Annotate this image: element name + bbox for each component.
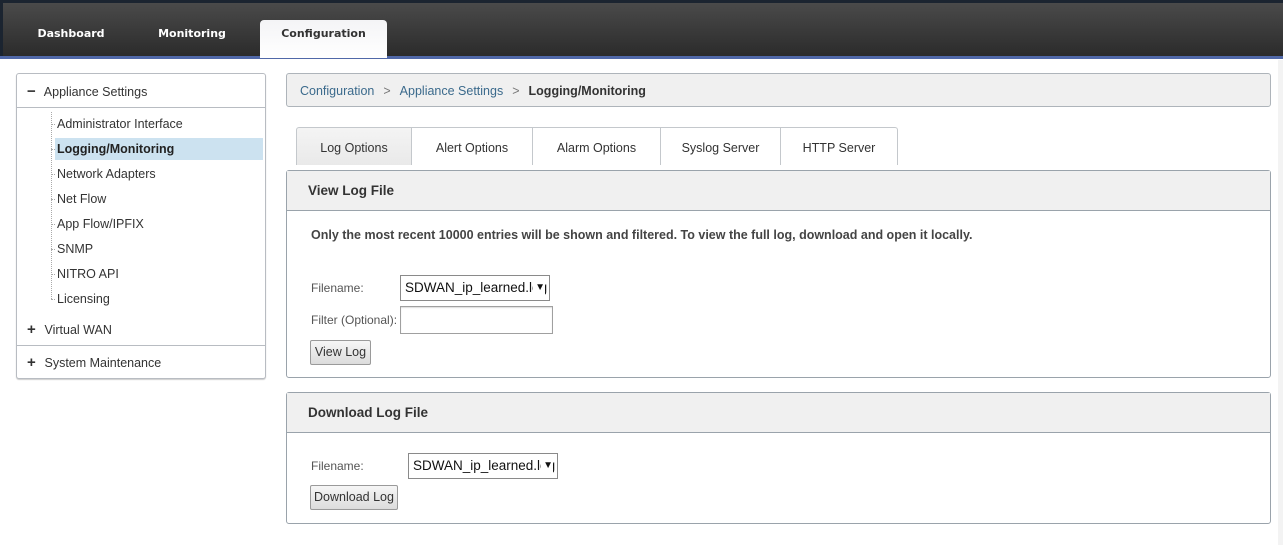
view-log-panel: View Log File Only the most recent 10000… — [286, 170, 1271, 378]
tab-http-server[interactable]: HTTP Server — [781, 127, 898, 165]
tab-alarm-options[interactable]: Alarm Options — [533, 127, 661, 165]
dropdown-caret-icon: ▼ — [533, 276, 545, 300]
tab-log-options[interactable]: Log Options — [296, 127, 412, 165]
breadcrumb-separator-icon: > — [383, 84, 391, 98]
sidebar-group-appliance-settings[interactable]: − Appliance Settings — [17, 75, 265, 108]
nav-tab-dashboard[interactable]: Dashboard — [26, 20, 116, 58]
sidebar-divider — [17, 107, 265, 108]
sidebar-item-snmp[interactable]: SNMP — [51, 238, 263, 260]
filter-input[interactable] — [400, 306, 553, 334]
sidebar-item-app-flow-ipfix[interactable]: App Flow/IPFIX — [51, 213, 263, 235]
sidebar-group-label: Appliance Settings — [43, 85, 148, 99]
breadcrumb-current: Logging/Monitoring — [528, 84, 646, 98]
sidebar-item-logging-monitoring[interactable]: Logging/Monitoring — [51, 138, 263, 160]
sidebar-item-network-adapters[interactable]: Network Adapters — [51, 163, 263, 185]
breadcrumb-link-configuration[interactable]: Configuration — [300, 84, 374, 98]
page-scrollbar-track[interactable] — [1278, 60, 1283, 545]
nav-tab-configuration[interactable]: Configuration — [260, 20, 387, 58]
filename-label: Filename: — [311, 459, 364, 473]
selected-filename: SDWAN_ip_learned.log — [405, 280, 548, 295]
dropdown-caret-icon: ▼ — [541, 454, 553, 478]
collapse-icon[interactable]: − — [27, 75, 41, 108]
nav-tab-monitoring[interactable]: Monitoring — [146, 20, 238, 58]
sidebar-item-licensing[interactable]: Licensing — [51, 288, 263, 310]
sidebar-group-label: Virtual WAN — [44, 323, 112, 337]
expand-icon[interactable]: + — [27, 346, 41, 379]
sidebar-item-administrator-interface[interactable]: Administrator Interface — [51, 113, 263, 135]
breadcrumb: Configuration > Appliance Settings > Logging… — [286, 73, 1271, 107]
view-log-filename-select[interactable]: SDWAN_ip_learned.log ▼ — [400, 275, 550, 301]
view-log-panel-title: View Log File — [287, 171, 1270, 211]
sidebar-item-net-flow[interactable]: Net Flow — [51, 188, 263, 210]
download-log-panel-title: Download Log File — [287, 393, 1270, 433]
filename-label: Filename: — [311, 281, 364, 295]
tab-alert-options[interactable]: Alert Options — [412, 127, 533, 165]
sidebar-item-nitro-api[interactable]: NITRO API — [51, 263, 263, 285]
selected-filename: SDWAN_ip_learned.log — [413, 458, 556, 473]
view-log-button[interactable]: View Log — [310, 340, 371, 365]
download-log-panel: Download Log File Filename: SDWAN_ip_lea… — [286, 392, 1271, 524]
tab-syslog-server[interactable]: Syslog Server — [661, 127, 781, 165]
settings-tabs: Log Options Alert Options Alarm Options … — [296, 127, 898, 165]
sidebar-group-virtual-wan[interactable]: + Virtual WAN — [17, 313, 265, 346]
sidebar-group-label: System Maintenance — [44, 356, 162, 370]
breadcrumb-link-appliance-settings[interactable]: Appliance Settings — [400, 84, 504, 98]
breadcrumb-separator-icon: > — [512, 84, 520, 98]
download-log-button[interactable]: Download Log — [310, 485, 398, 510]
log-entries-notice: Only the most recent 10000 entries will … — [311, 228, 973, 242]
filter-label: Filter (Optional): — [311, 313, 398, 327]
tree-connector-line — [51, 112, 52, 299]
download-log-filename-select[interactable]: SDWAN_ip_learned.log ▼ — [408, 453, 558, 479]
expand-icon[interactable]: + — [27, 313, 41, 346]
sidebar-group-system-maintenance[interactable]: + System Maintenance — [17, 346, 265, 379]
sidebar: − Appliance Settings Administrator Inter… — [16, 73, 266, 379]
